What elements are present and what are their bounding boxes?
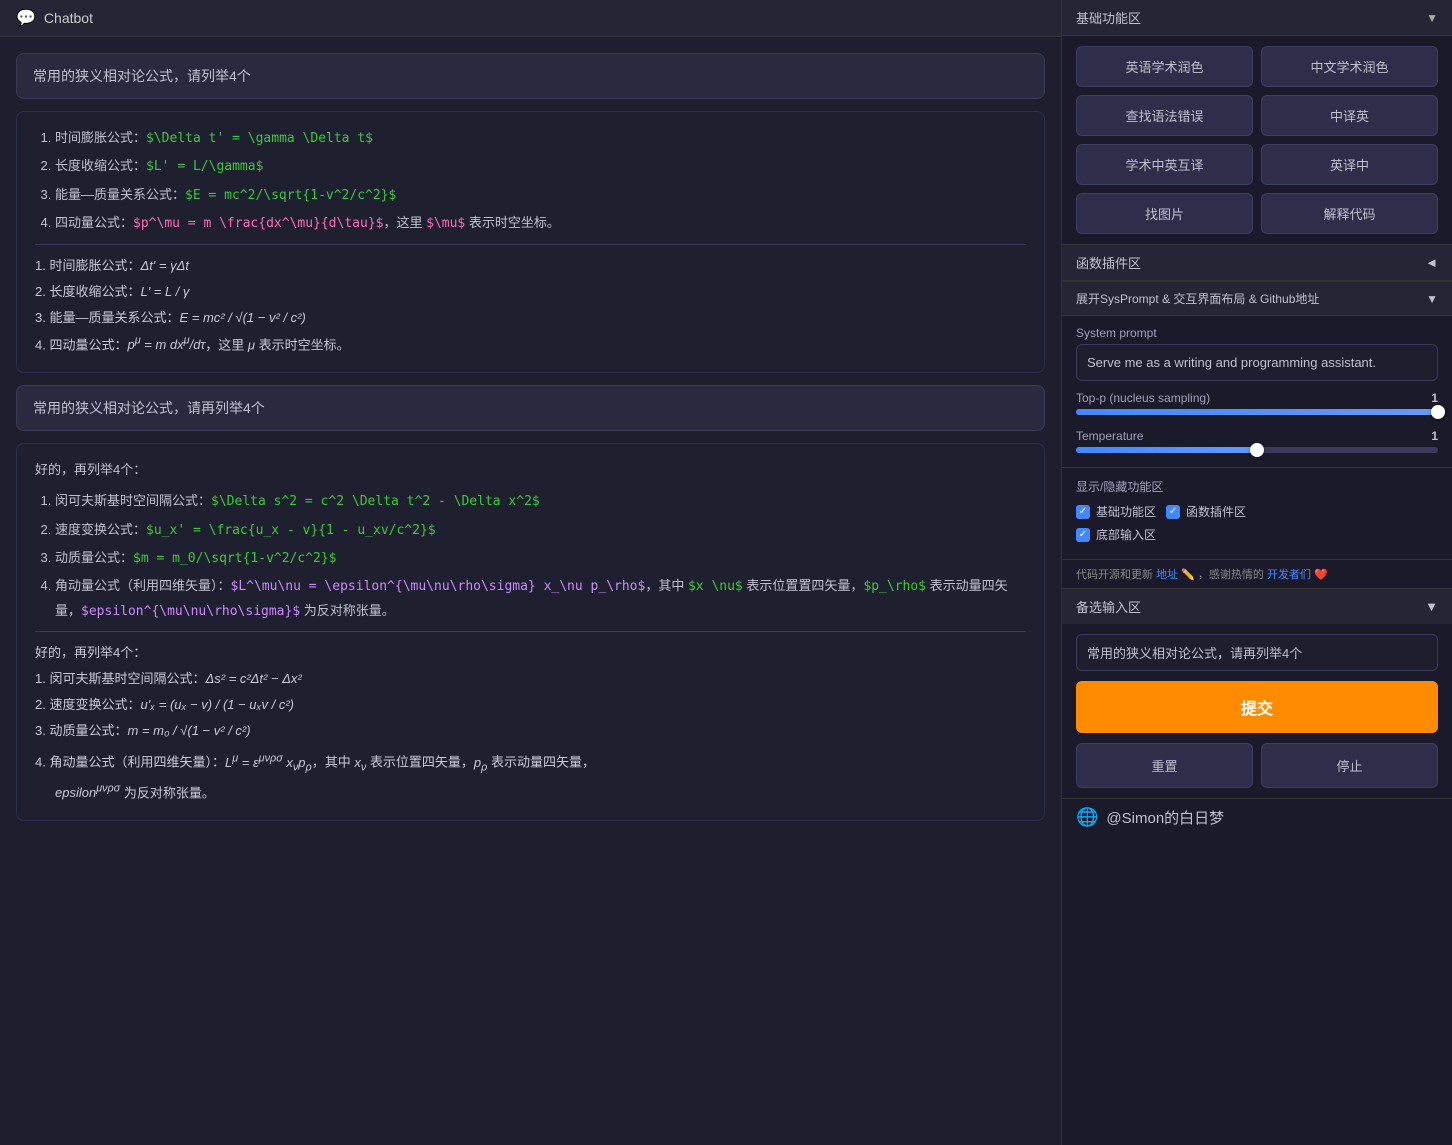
backup-arrow[interactable]: ▼ bbox=[1425, 599, 1438, 614]
basic-functions-arrow[interactable]: ▼ bbox=[1426, 11, 1438, 25]
left-panel: 💬 Chatbot 常用的狭义相对论公式，请列举4个 时间膨胀公式：$\Delt… bbox=[0, 0, 1062, 1145]
btn-grammar-check[interactable]: 查找语法错误 bbox=[1076, 95, 1253, 136]
dev-link[interactable]: 开发者们 bbox=[1267, 569, 1311, 581]
temperature-label: Temperature bbox=[1076, 429, 1143, 443]
watermark-text: @Simon的白日梦 bbox=[1106, 807, 1224, 828]
sysprompt-body: System prompt Serve me as a writing and … bbox=[1062, 316, 1452, 467]
btn-chinese-polish[interactable]: 中文学术润色 bbox=[1261, 46, 1438, 87]
user-message-2: 常用的狭义相对论公式，请再列举4个 bbox=[16, 385, 1045, 431]
reset-button[interactable]: 重置 bbox=[1076, 743, 1253, 788]
temperature-value: 1 bbox=[1431, 429, 1438, 443]
btn-explain-code[interactable]: 解释代码 bbox=[1261, 193, 1438, 234]
btn-find-image[interactable]: 找图片 bbox=[1076, 193, 1253, 234]
btn-zh-to-en[interactable]: 中译英 bbox=[1261, 95, 1438, 136]
toggle-row-1: ✓ 基础功能区 ✓ 函数插件区 bbox=[1076, 503, 1438, 520]
temperature-group: Temperature 1 bbox=[1076, 429, 1438, 457]
system-prompt-group: System prompt Serve me as a writing and … bbox=[1076, 326, 1438, 381]
top-p-label: Top-p (nucleus sampling) bbox=[1076, 391, 1210, 405]
bottom-buttons: 重置 停止 bbox=[1062, 743, 1452, 798]
system-prompt-label: System prompt bbox=[1076, 326, 1438, 340]
btn-english-polish[interactable]: 英语学术润色 bbox=[1076, 46, 1253, 87]
assistant-message-2: 好的，再列举4个： 闵可夫斯基时空间隔公式：$\Delta s^2 = c^2 … bbox=[16, 443, 1045, 821]
plugin-section-header: 函数插件区 ◄ bbox=[1062, 244, 1452, 281]
temperature-fill bbox=[1076, 447, 1257, 453]
top-p-group: Top-p (nucleus sampling) 1 bbox=[1076, 391, 1438, 419]
backup-section: 备选输入区 ▼ 提交 重置 停止 bbox=[1062, 588, 1452, 798]
toggle-plugin[interactable]: ✓ 函数插件区 bbox=[1166, 503, 1246, 520]
stop-button[interactable]: 停止 bbox=[1261, 743, 1438, 788]
backup-input[interactable] bbox=[1076, 634, 1438, 671]
watermark: 🌐 @Simon的白日梦 bbox=[1062, 798, 1452, 836]
footer: 代码开源和更新 地址 ✏️ ，感谢热情的 开发者们 ❤️ bbox=[1062, 559, 1452, 588]
plugin-arrow[interactable]: ◄ bbox=[1425, 255, 1438, 270]
basic-functions-grid: 英语学术润色 中文学术润色 查找语法错误 中译英 学术中英互译 英译中 找图片 … bbox=[1062, 36, 1452, 244]
sysprompt-header: 展开SysPrompt & 交互界面布局 & Github地址 ▼ bbox=[1062, 282, 1452, 316]
toggle-basic-functions[interactable]: ✓ 基础功能区 bbox=[1076, 503, 1156, 520]
top-p-slider[interactable] bbox=[1076, 409, 1438, 415]
right-panel: 基础功能区 ▼ 英语学术润色 中文学术润色 查找语法错误 中译英 学术中英互译 … bbox=[1062, 0, 1452, 1145]
toggle-row-2: ✓ 底部输入区 bbox=[1076, 526, 1438, 543]
btn-academic-translate[interactable]: 学术中英互译 bbox=[1076, 144, 1253, 185]
chat-area: 常用的狭义相对论公式，请列举4个 时间膨胀公式：$\Delta t' = \ga… bbox=[0, 37, 1061, 1145]
visibility-section: 显示/隐藏功能区 ✓ 基础功能区 ✓ 函数插件区 ✓ 底部输入区 bbox=[1062, 467, 1452, 559]
sysprompt-section: 展开SysPrompt & 交互界面布局 & Github地址 ▼ System… bbox=[1062, 281, 1452, 467]
top-p-fill bbox=[1076, 409, 1438, 415]
backup-header: 备选输入区 ▼ bbox=[1062, 589, 1452, 624]
top-p-value: 1 bbox=[1431, 391, 1438, 405]
top-p-thumb bbox=[1431, 405, 1445, 419]
checkbox-plugin[interactable]: ✓ bbox=[1166, 505, 1180, 519]
footer-link[interactable]: 地址 bbox=[1156, 569, 1178, 581]
weibo-icon: 🌐 bbox=[1076, 807, 1098, 828]
temperature-slider[interactable] bbox=[1076, 447, 1438, 453]
temperature-thumb bbox=[1250, 443, 1264, 457]
system-prompt-value: Serve me as a writing and programming as… bbox=[1076, 344, 1438, 381]
user-message-1: 常用的狭义相对论公式，请列举4个 bbox=[16, 53, 1045, 99]
visibility-label: 显示/隐藏功能区 bbox=[1076, 478, 1438, 495]
toggle-input-area[interactable]: ✓ 底部输入区 bbox=[1076, 526, 1156, 543]
chat-icon: 💬 bbox=[16, 8, 36, 28]
submit-button[interactable]: 提交 bbox=[1076, 681, 1438, 733]
header-title: Chatbot bbox=[44, 10, 93, 26]
checkbox-input-area[interactable]: ✓ bbox=[1076, 528, 1090, 542]
assistant-message-1: 时间膨胀公式：$\Delta t' = \gamma \Delta t$ 长度收… bbox=[16, 111, 1045, 373]
btn-en-to-zh[interactable]: 英译中 bbox=[1261, 144, 1438, 185]
sysprompt-arrow[interactable]: ▼ bbox=[1426, 292, 1438, 306]
header-bar: 💬 Chatbot bbox=[0, 0, 1061, 37]
basic-functions-header: 基础功能区 ▼ bbox=[1062, 0, 1452, 36]
checkbox-basic-functions[interactable]: ✓ bbox=[1076, 505, 1090, 519]
